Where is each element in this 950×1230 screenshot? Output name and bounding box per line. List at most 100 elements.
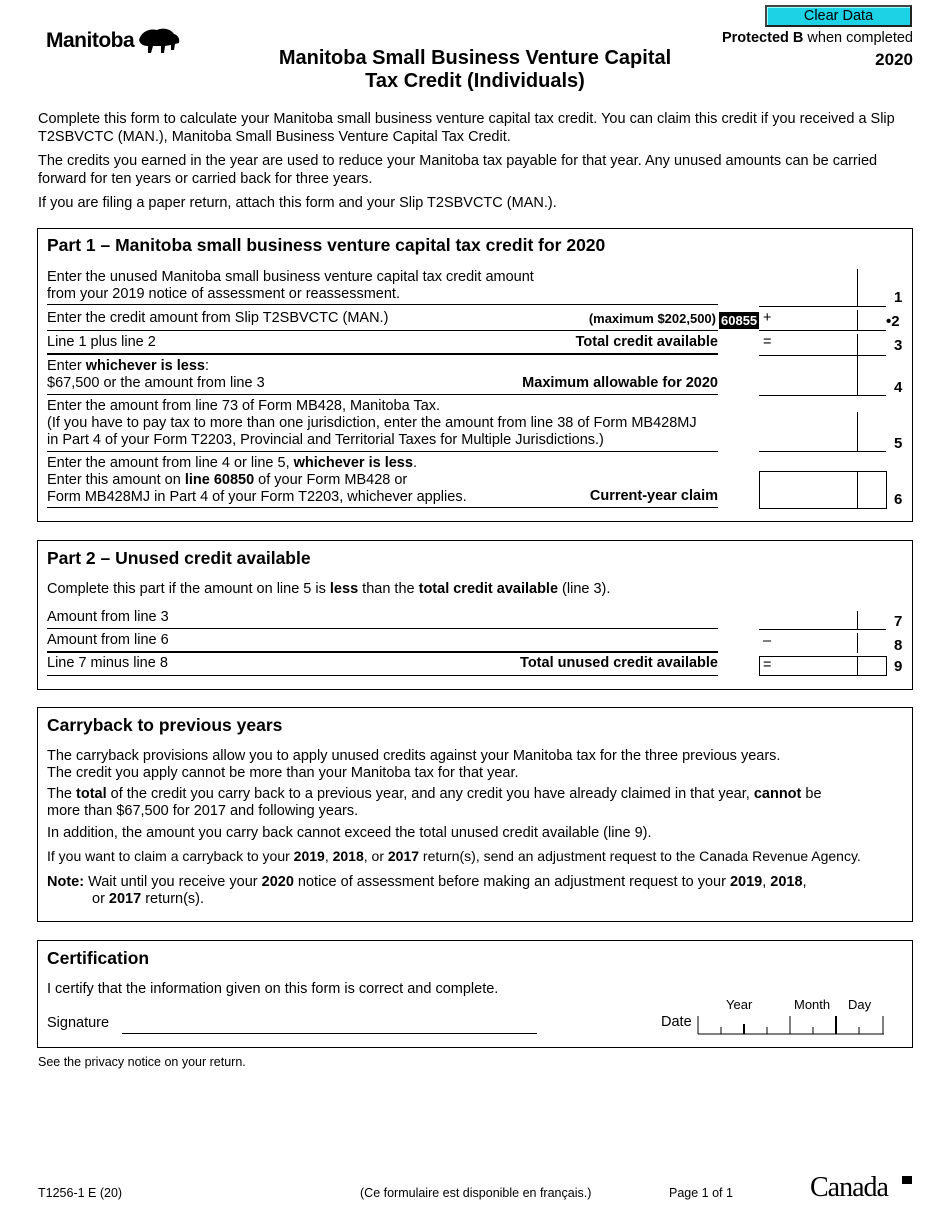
date-field[interactable] — [697, 1014, 887, 1036]
line-1-text-a: Enter the unused Manitoba small business… — [47, 269, 534, 285]
part-2-section: Part 2 – Unused credit available Complet… — [37, 540, 913, 690]
manitoba-logo: Manitoba — [46, 26, 181, 56]
line-6-text-a: Enter the amount from line 4 or line 5, … — [47, 455, 417, 471]
line-8-amount-field[interactable]: – — [759, 633, 886, 653]
protected-b-notice: Protected B when completed — [722, 30, 913, 46]
equals-operator: = — [763, 334, 772, 350]
line-4-maximum-label: Maximum allowable for 2020 — [522, 375, 718, 391]
line-6-row: Enter the amount from line 4 or line 5, … — [47, 455, 718, 508]
line-3-amount-field[interactable]: = — [759, 334, 886, 356]
line-8-text: Amount from line 6 — [47, 632, 169, 648]
part-2-description: Complete this part if the amount on line… — [47, 581, 611, 597]
title-line-1: Manitoba Small Business Venture Capital — [278, 47, 672, 69]
line-1-row: Enter the unused Manitoba small business… — [47, 269, 718, 305]
canada-wordmark: Canada — [810, 1172, 912, 1204]
current-year-claim-label: Current-year claim — [589, 488, 718, 504]
month-label: Month — [794, 997, 831, 1012]
carryback-paragraph-2: The total of the credit you carry back t… — [47, 786, 822, 819]
line-9-row: Line 7 minus line 8 Total unused credit … — [47, 655, 718, 676]
total-unused-credit-label: Total unused credit available — [520, 655, 718, 671]
line-7-amount-field[interactable] — [759, 611, 886, 630]
line-5-text-c: in Part 4 of your Form T2203, Provincial… — [47, 432, 604, 448]
line-number-6: 6 — [894, 491, 903, 508]
carryback-title: Carryback to previous years — [47, 715, 283, 735]
line-1-amount-field[interactable] — [759, 269, 886, 307]
protected-b-rest: when completed — [803, 30, 913, 46]
line-5-amount-field[interactable] — [759, 412, 886, 452]
line-8-cents-divider — [857, 633, 858, 653]
line-number-8: 8 — [894, 637, 903, 654]
line-9-amount-field[interactable]: = — [759, 656, 887, 676]
line-2-cents-divider — [857, 310, 858, 331]
certification-statement: I certify that the information given on … — [47, 981, 499, 997]
equals-operator: = — [763, 657, 772, 673]
certification-title: Certification — [47, 948, 150, 968]
carryback-note: Note: Wait until you receive your 2020 n… — [47, 874, 807, 907]
carryback-section: Carryback to previous years The carrybac… — [37, 707, 913, 922]
signature-field[interactable] — [122, 1032, 537, 1034]
year-label: Year — [726, 997, 753, 1012]
line-code-60855: 60855 — [719, 312, 760, 329]
certification-section: Certification I certify that the informa… — [37, 940, 913, 1048]
line-number-9: 9 — [894, 658, 903, 675]
line-number-1: 1 — [894, 289, 903, 306]
bison-icon — [139, 28, 180, 53]
line-3-text: Line 1 plus line 2 — [47, 334, 156, 350]
line-5-text-a: Enter the amount from line 73 of Form MB… — [47, 398, 441, 414]
line-4-amount-field[interactable] — [759, 356, 886, 396]
intro-paragraph-3: If you are filing a paper return, attach… — [38, 195, 557, 211]
form-year: 2020 — [875, 50, 913, 69]
line-1-cents-divider — [857, 269, 858, 307]
line-5-text-b: (If you have to pay tax to more than one… — [47, 415, 697, 431]
line-7-text: Amount from line 3 — [47, 609, 169, 625]
line-9-text: Line 7 minus line 8 — [47, 655, 168, 671]
canada-wordmark-text: Canada — [810, 1172, 889, 1203]
signature-label: Signature — [47, 1015, 110, 1031]
part-1-title: Part 1 – Manitoba small business venture… — [47, 235, 606, 255]
line-9-cents-divider — [857, 656, 858, 676]
line-7-cents-divider — [857, 611, 858, 630]
line-number-4: 4 — [894, 379, 903, 396]
canada-flag-icon — [902, 1176, 912, 1184]
line-number-7: 7 — [894, 613, 903, 630]
part-1-section: Part 1 – Manitoba small business venture… — [37, 228, 913, 522]
title-line-2: Tax Credit (Individuals) — [365, 70, 585, 92]
line-3-row: Line 1 plus line 2 Total credit availabl… — [47, 334, 718, 355]
line-3-total-label: Total credit available — [575, 334, 718, 350]
line-3-cents-divider — [857, 334, 858, 356]
clear-data-button[interactable]: Clear Data — [765, 5, 912, 27]
line-4-row: Enter whichever is less: $67,500 or the … — [47, 358, 718, 395]
plus-operator: + — [763, 310, 772, 326]
line-2-text: Enter the credit amount from Slip T2SBVC… — [47, 310, 389, 326]
line-2-maximum: (maximum $202,500) — [588, 311, 716, 326]
line-8-row: Amount from line 6 — [47, 632, 718, 653]
intro-paragraph-2: The credits you earned in the year are u… — [38, 153, 878, 187]
manitoba-logo-text: Manitoba — [46, 29, 135, 52]
line-6-cents-divider — [857, 471, 858, 509]
line-5-row: Enter the amount from line 73 of Form MB… — [47, 398, 718, 452]
carryback-paragraph-1: The carryback provisions allow you to ap… — [47, 748, 781, 781]
line-number-3: 3 — [894, 337, 903, 354]
part-2-title: Part 2 – Unused credit available — [47, 548, 311, 568]
form-title: Manitoba Small Business Venture Capital … — [230, 47, 720, 93]
line-number-5: 5 — [894, 435, 903, 452]
day-label: Day — [848, 997, 872, 1012]
line-6-text-b: Enter this amount on line 60850 of your … — [47, 472, 408, 488]
line-4-text-a: Enter whichever is less: — [47, 358, 210, 374]
line-4-cents-divider — [857, 356, 858, 396]
french-availability-note: (Ce formulaire est disponible en françai… — [360, 1186, 592, 1200]
form-identifier: T1256-1 E (20) — [38, 1186, 123, 1200]
carryback-paragraph-3: In addition, the amount you carry back c… — [47, 825, 652, 841]
line-7-row: Amount from line 3 — [47, 609, 718, 629]
line-5-cents-divider — [857, 412, 858, 452]
privacy-notice: See the privacy notice on your return. — [38, 1055, 246, 1069]
protected-b-label: Protected B — [721, 30, 804, 46]
line-number-2: •2 — [886, 313, 900, 330]
line-6-amount-field[interactable] — [759, 471, 887, 509]
page-number: Page 1 of 1 — [669, 1186, 733, 1200]
line-2-amount-field[interactable]: + — [759, 310, 886, 331]
intro-paragraph-1: Complete this form to calculate your Man… — [38, 111, 895, 145]
line-2-row: Enter the credit amount from Slip T2SBVC… — [47, 310, 718, 331]
carryback-paragraph-4: If you want to claim a carryback to your… — [47, 848, 861, 864]
minus-operator: – — [763, 633, 772, 649]
